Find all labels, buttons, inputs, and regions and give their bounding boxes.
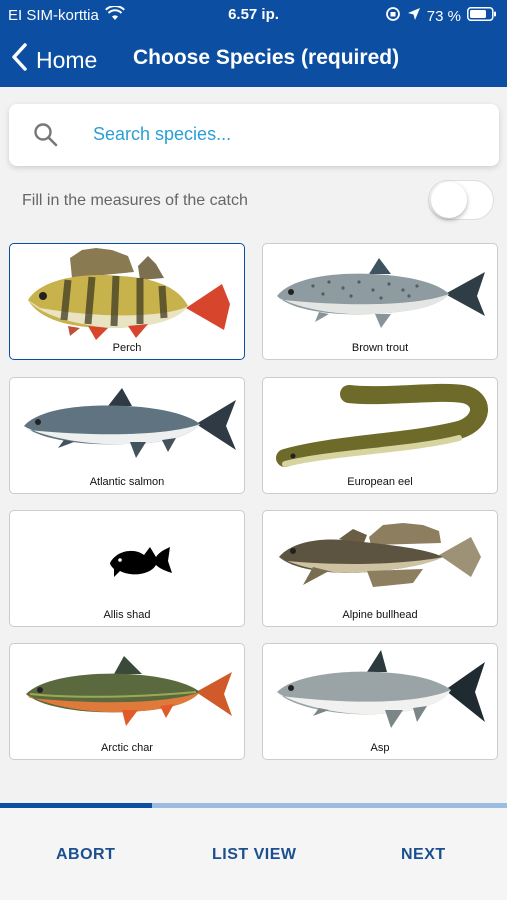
next-button[interactable]: NEXT — [401, 846, 446, 864]
species-label: Perch — [112, 342, 142, 354]
species-label: Atlantic salmon — [89, 476, 165, 488]
species-card-alpine-bullhead[interactable]: Alpine bullhead — [262, 510, 498, 627]
list-view-button[interactable]: LIST VIEW — [212, 846, 297, 864]
measures-toggle[interactable] — [428, 180, 494, 220]
species-card-european-eel[interactable]: European eel — [262, 377, 498, 494]
chevron-left-icon — [10, 42, 28, 78]
abort-button[interactable]: ABORT — [56, 846, 115, 864]
lock-rotation-icon — [385, 6, 401, 26]
back-label: Home — [36, 46, 98, 73]
species-label: Arctic char — [101, 742, 153, 754]
species-card-allis-shad[interactable]: Allis shad — [9, 510, 245, 627]
battery-percent: 73 % — [426, 7, 461, 25]
species-label: Alpine bullhead — [342, 609, 418, 621]
species-label: Asp — [370, 742, 390, 754]
species-card-atlantic-salmon[interactable]: Atlantic salmon — [9, 377, 245, 494]
status-bar: EI SIM-korttia 6.57 ip. 73 % — [0, 0, 507, 30]
species-label: Allis shad — [103, 609, 151, 621]
battery-icon — [467, 7, 497, 25]
nav-bar: Home Choose Species (required) — [0, 30, 507, 87]
search-field[interactable]: Search species... — [9, 104, 499, 166]
species-card-brown-trout[interactable]: Brown trout — [262, 243, 498, 360]
page-title: Choose Species (required) — [133, 46, 400, 69]
back-button[interactable]: Home — [10, 42, 97, 78]
location-arrow-icon — [407, 7, 421, 25]
footer-bar: ABORT LIST VIEW NEXT — [0, 808, 507, 900]
search-icon — [33, 122, 59, 153]
species-label: European eel — [347, 476, 413, 488]
search-input[interactable]: Search species... — [93, 124, 231, 145]
species-card-arctic-char[interactable]: Arctic char — [9, 643, 245, 760]
toggle-knob — [431, 182, 467, 218]
species-card-asp[interactable]: Asp — [262, 643, 498, 760]
species-card-perch[interactable]: Perch — [9, 243, 245, 360]
measures-label: Fill in the measures of the catch — [22, 192, 248, 209]
species-label: Brown trout — [351, 342, 409, 354]
